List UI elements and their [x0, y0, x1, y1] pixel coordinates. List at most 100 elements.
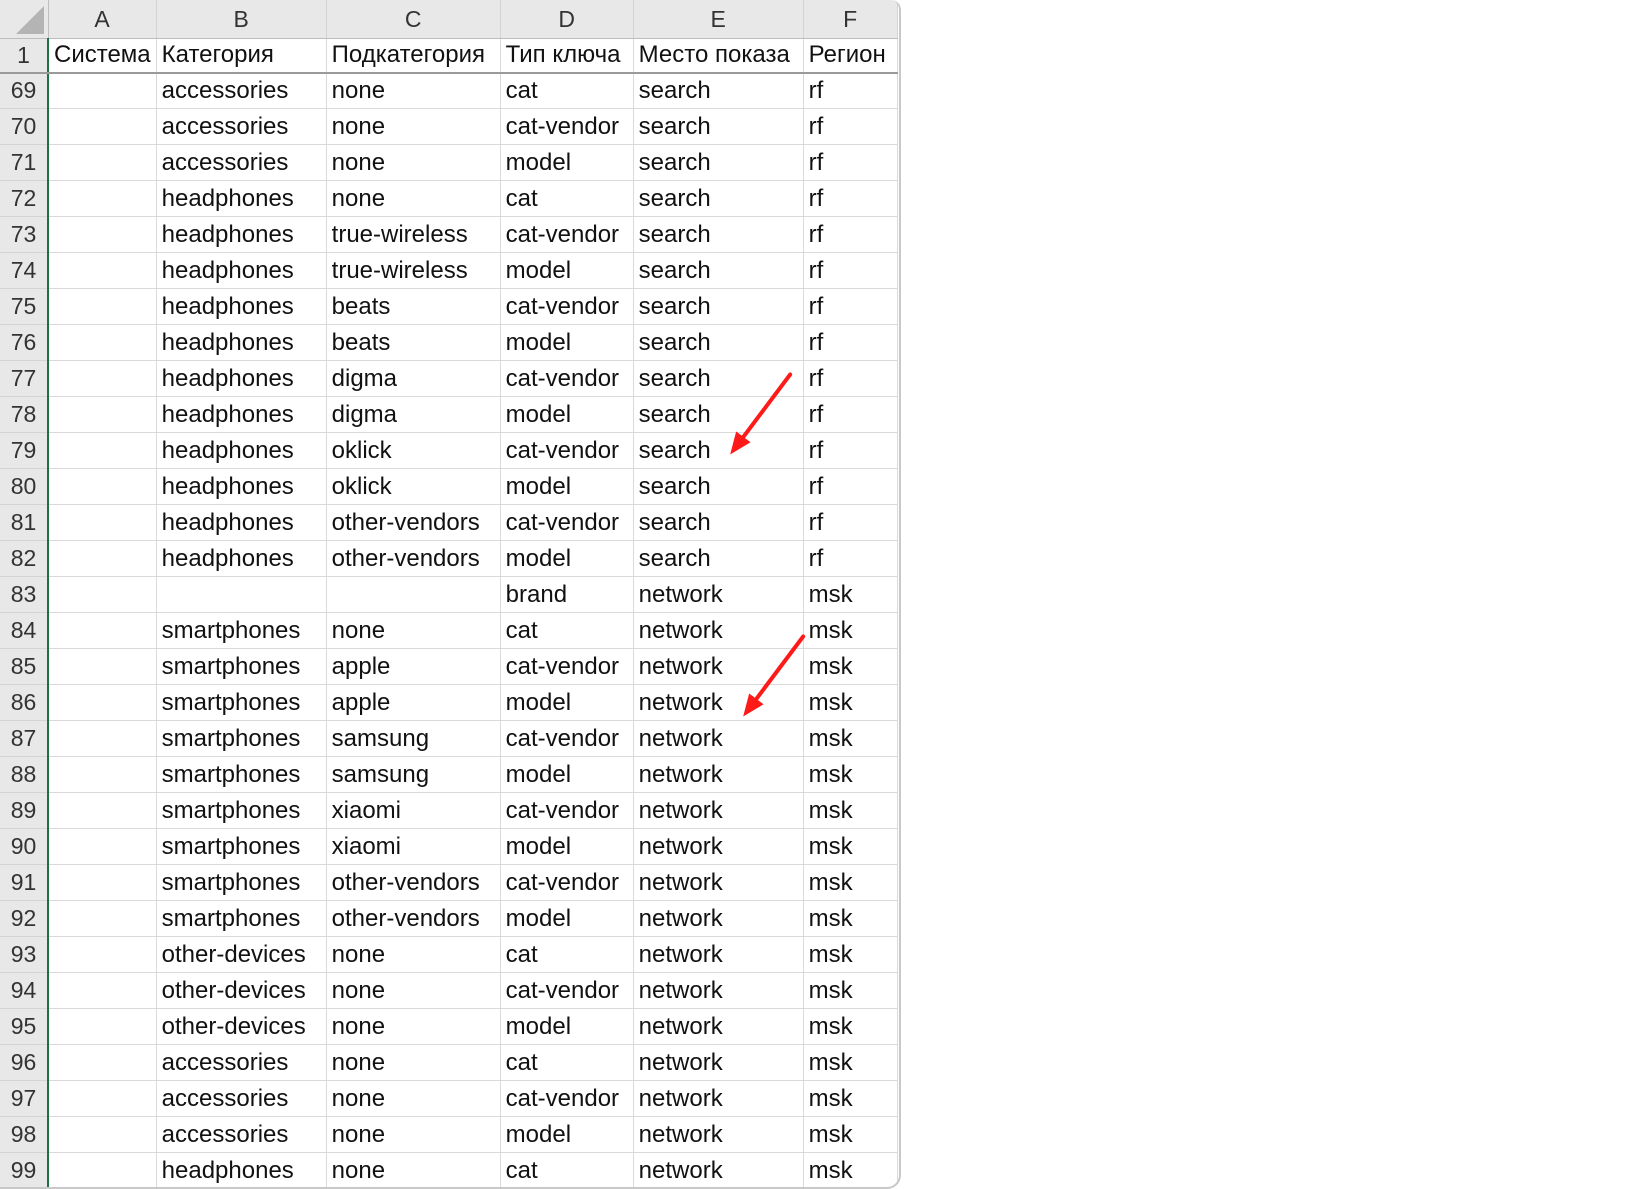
cell-system[interactable] [46, 432, 157, 469]
cell-category[interactable] [156, 576, 327, 613]
cell-subcategory[interactable]: none [326, 144, 501, 181]
cell-system[interactable] [46, 936, 157, 973]
cell-system[interactable] [46, 900, 157, 937]
cell-key-type[interactable]: cat-vendor [500, 360, 634, 397]
row-header[interactable]: 71 [0, 144, 49, 181]
row-header[interactable]: 78 [0, 396, 49, 433]
cell-subcategory[interactable]: apple [326, 684, 501, 721]
cell-subcategory[interactable]: none [326, 972, 501, 1009]
cell-system[interactable] [46, 144, 157, 181]
row-header[interactable]: 91 [0, 864, 49, 901]
header-cell-category[interactable]: Категория [156, 38, 327, 74]
cell-category[interactable]: smartphones [156, 612, 327, 649]
cell-placement[interactable]: network [633, 828, 804, 865]
cell-region[interactable]: rf [803, 540, 898, 577]
cell-placement[interactable]: search [633, 504, 804, 541]
cell-key-type[interactable]: model [500, 324, 634, 361]
cell-key-type[interactable]: cat-vendor [500, 432, 634, 469]
cell-placement[interactable]: network [633, 792, 804, 829]
cell-system[interactable] [46, 1152, 157, 1187]
cell-placement[interactable]: search [633, 432, 804, 469]
cell-region[interactable]: msk [803, 576, 898, 613]
cell-subcategory[interactable]: other-vendors [326, 864, 501, 901]
cell-region[interactable]: msk [803, 1080, 898, 1117]
cell-key-type[interactable]: model [500, 1116, 634, 1153]
cell-placement[interactable]: search [633, 288, 804, 325]
cell-category[interactable]: smartphones [156, 792, 327, 829]
cell-key-type[interactable]: cat-vendor [500, 288, 634, 325]
cell-system[interactable] [46, 360, 157, 397]
cell-subcategory[interactable]: none [326, 936, 501, 973]
cell-category[interactable]: accessories [156, 1044, 327, 1081]
cell-placement[interactable]: network [633, 900, 804, 937]
header-cell-subcategory[interactable]: Подкатегория [326, 38, 501, 74]
cell-system[interactable] [46, 1044, 157, 1081]
cell-region[interactable]: msk [803, 792, 898, 829]
cell-subcategory[interactable]: none [326, 72, 501, 109]
cell-system[interactable] [46, 504, 157, 541]
cell-region[interactable]: msk [803, 1044, 898, 1081]
row-header[interactable]: 69 [0, 72, 49, 109]
cell-system[interactable] [46, 1080, 157, 1117]
cell-system[interactable] [46, 684, 157, 721]
cell-system[interactable] [46, 1008, 157, 1045]
cell-system[interactable] [46, 972, 157, 1009]
cell-placement[interactable]: network [633, 1080, 804, 1117]
cell-placement[interactable]: search [633, 144, 804, 181]
cell-key-type[interactable]: model [500, 396, 634, 433]
row-header[interactable]: 89 [0, 792, 49, 829]
cell-system[interactable] [46, 108, 157, 145]
cell-system[interactable] [46, 612, 157, 649]
cell-region[interactable]: rf [803, 468, 898, 505]
cell-subcategory[interactable]: true-wireless [326, 252, 501, 289]
cell-region[interactable]: msk [803, 1008, 898, 1045]
cell-subcategory[interactable]: other-vendors [326, 504, 501, 541]
cell-system[interactable] [46, 648, 157, 685]
cell-key-type[interactable]: model [500, 684, 634, 721]
cell-placement[interactable]: network [633, 576, 804, 613]
cell-category[interactable]: smartphones [156, 684, 327, 721]
cell-key-type[interactable]: model [500, 540, 634, 577]
cell-key-type[interactable]: cat-vendor [500, 1080, 634, 1117]
cell-category[interactable]: headphones [156, 540, 327, 577]
row-header[interactable]: 93 [0, 936, 49, 973]
cell-placement[interactable]: search [633, 360, 804, 397]
cell-system[interactable] [46, 1116, 157, 1153]
cell-category[interactable]: headphones [156, 324, 327, 361]
cell-placement[interactable]: network [633, 1152, 804, 1187]
row-header[interactable]: 96 [0, 1044, 49, 1081]
header-cell-key-type[interactable]: Тип ключа [500, 38, 634, 74]
cell-region[interactable]: msk [803, 900, 898, 937]
cell-category[interactable]: accessories [156, 1080, 327, 1117]
cell-subcategory[interactable]: other-vendors [326, 540, 501, 577]
cell-region[interactable]: msk [803, 756, 898, 793]
cell-system[interactable] [46, 216, 157, 253]
cell-region[interactable]: rf [803, 324, 898, 361]
cell-category[interactable]: smartphones [156, 648, 327, 685]
row-header[interactable]: 80 [0, 468, 49, 505]
cell-key-type[interactable]: cat-vendor [500, 648, 634, 685]
cell-subcategory[interactable]: digma [326, 396, 501, 433]
cell-region[interactable]: rf [803, 108, 898, 145]
cell-placement[interactable]: network [633, 1044, 804, 1081]
cell-placement[interactable]: search [633, 252, 804, 289]
row-header[interactable]: 90 [0, 828, 49, 865]
cell-key-type[interactable]: cat-vendor [500, 108, 634, 145]
cell-region[interactable]: rf [803, 396, 898, 433]
cell-placement[interactable]: network [633, 936, 804, 973]
row-header[interactable]: 70 [0, 108, 49, 145]
cell-category[interactable]: other-devices [156, 1008, 327, 1045]
cell-key-type[interactable]: cat-vendor [500, 216, 634, 253]
row-header[interactable]: 76 [0, 324, 49, 361]
cell-subcategory[interactable]: none [326, 1008, 501, 1045]
row-header[interactable]: 97 [0, 1080, 49, 1117]
cell-placement[interactable]: search [633, 108, 804, 145]
cell-region[interactable]: msk [803, 1152, 898, 1187]
row-header[interactable]: 87 [0, 720, 49, 757]
cell-subcategory[interactable]: samsung [326, 756, 501, 793]
cell-placement[interactable]: network [633, 612, 804, 649]
cell-category[interactable]: smartphones [156, 828, 327, 865]
cell-placement[interactable]: search [633, 180, 804, 217]
cell-key-type[interactable]: cat [500, 1152, 634, 1187]
row-header[interactable]: 92 [0, 900, 49, 937]
